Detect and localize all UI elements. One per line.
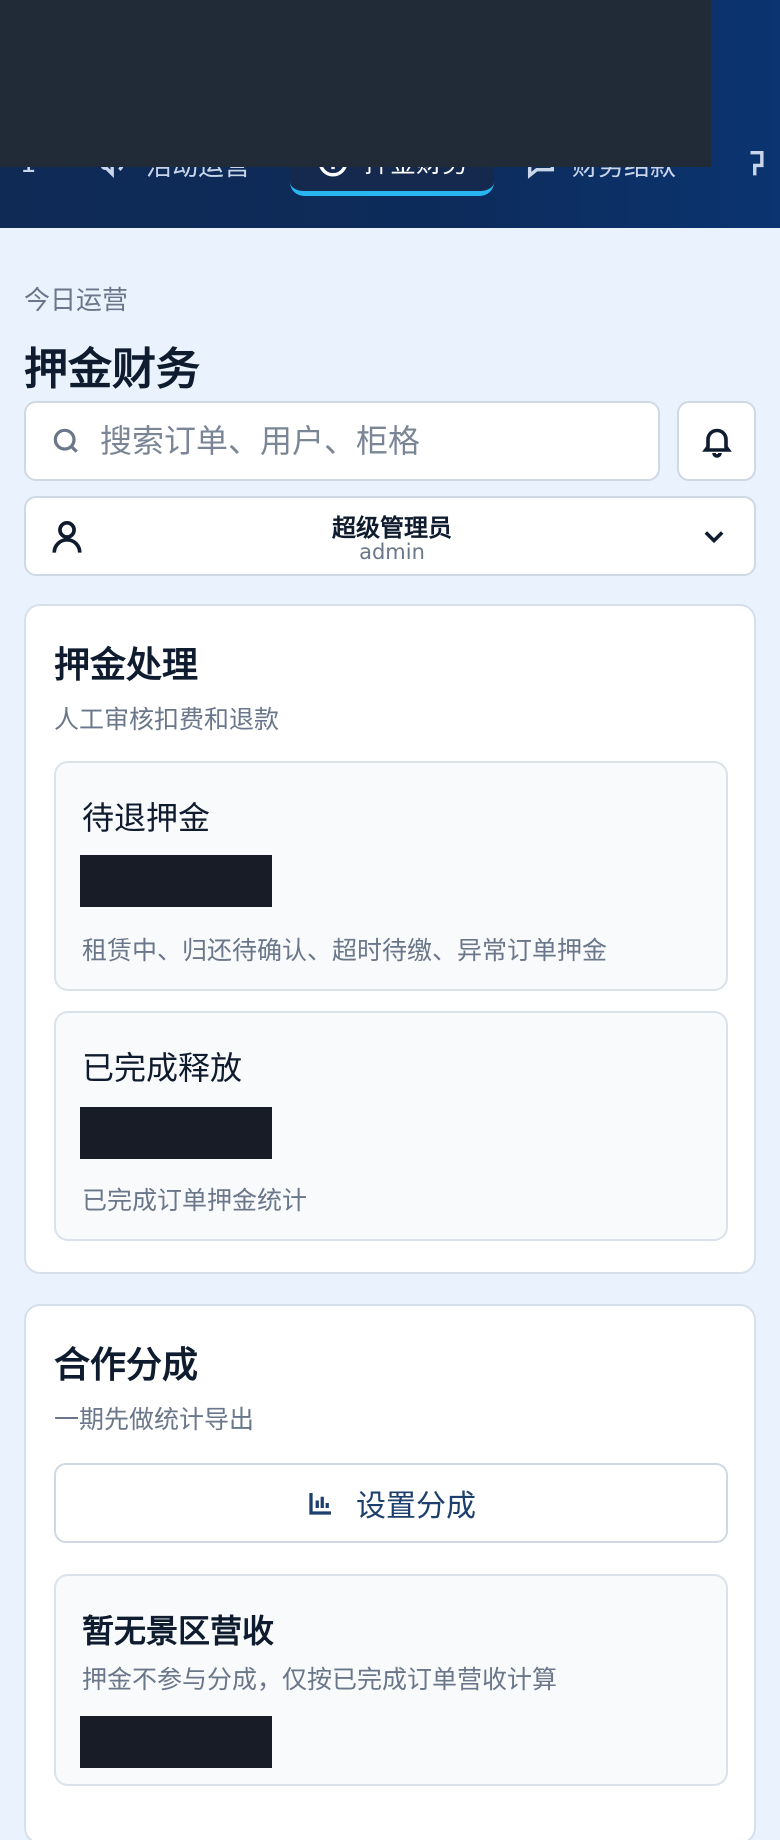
button-label: 设置分成 <box>356 1489 476 1524</box>
more-icon <box>750 150 764 176</box>
empty-revenue-card: 暂无景区营收 押金不参与分成，仅按已完成订单营收计算 <box>54 1574 728 1786</box>
released-card[interactable]: 已完成释放 已完成订单押金统计 <box>54 1011 728 1241</box>
main-content: 今日运营 押金财务 超级管理员 admin 押金处理 人工审核扣费和退款 待退押… <box>24 228 756 1840</box>
deposit-processing-card: 押金处理 人工审核扣费和退款 待退押金 租赁中、归还待确认、超时待缴、异常订单押… <box>24 604 756 1274</box>
user-name: 超级管理员 <box>332 514 452 542</box>
bar-chart-icon <box>309 1493 331 1515</box>
redacted-value <box>80 855 272 907</box>
section-title: 合作分成 <box>54 1345 199 1386</box>
empty-title: 暂无景区营收 <box>82 1612 275 1650</box>
bell-icon <box>701 428 732 458</box>
redaction-overlay <box>0 0 711 167</box>
stat-description: 租赁中、归还待确认、超时待缴、异常订单押金 <box>82 936 608 965</box>
stat-description: 已完成订单押金统计 <box>82 1186 308 1215</box>
redacted-value <box>80 1716 272 1768</box>
user-switcher[interactable]: 超级管理员 admin <box>24 496 756 576</box>
section-subtitle: 一期先做统计导出 <box>54 1405 255 1434</box>
notifications-button[interactable] <box>677 401 756 481</box>
redacted-value <box>80 1107 272 1159</box>
search-box[interactable] <box>24 401 660 481</box>
chevron-down-icon <box>704 531 724 544</box>
stat-title: 已完成释放 <box>82 1049 243 1087</box>
set-share-button[interactable]: 设置分成 <box>54 1463 728 1543</box>
partner-share-card: 合作分成 一期先做统计导出 设置分成 暂无景区营收 押金不参与分成，仅按已完成订… <box>24 1304 756 1840</box>
section-subtitle: 人工审核扣费和退款 <box>54 705 280 734</box>
nav-tab-more[interactable] <box>742 132 776 196</box>
page-title: 押金财务 <box>24 344 200 395</box>
empty-description: 押金不参与分成，仅按已完成订单营收计算 <box>82 1665 558 1694</box>
page-eyebrow: 今日运营 <box>24 286 129 316</box>
stat-title: 待退押金 <box>82 799 211 837</box>
search-input[interactable] <box>100 422 600 460</box>
section-title: 押金处理 <box>54 645 199 686</box>
search-icon <box>53 428 78 453</box>
search-row <box>24 401 756 481</box>
user-id: admin <box>359 540 425 564</box>
pending-refund-card[interactable]: 待退押金 租赁中、归还待确认、超时待缴、异常订单押金 <box>54 761 728 991</box>
